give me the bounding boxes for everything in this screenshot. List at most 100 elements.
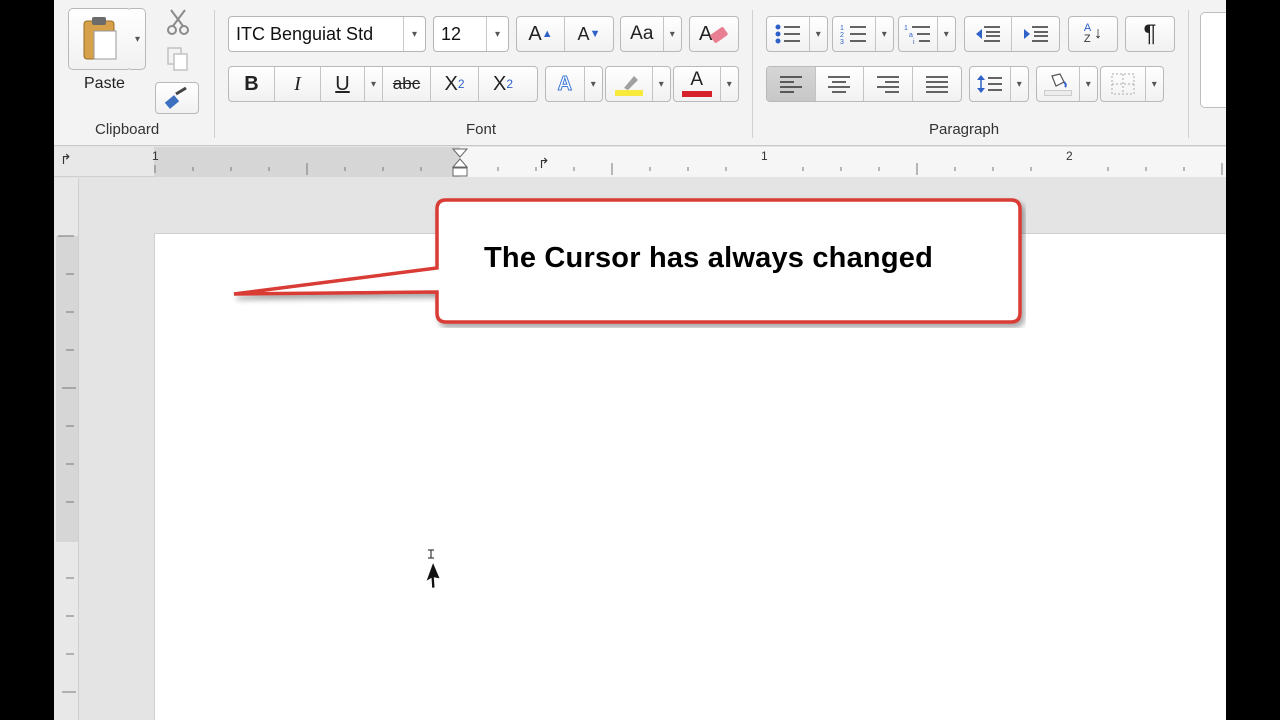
increase-indent-button[interactable] bbox=[1012, 17, 1059, 51]
svg-text:3: 3 bbox=[840, 39, 844, 45]
chevron-down-icon[interactable]: ▾ bbox=[585, 67, 602, 101]
chevron-down-icon[interactable]: ▾ bbox=[486, 17, 508, 51]
font-size-select[interactable]: 12 ▾ bbox=[433, 16, 509, 52]
line-spacing-button[interactable] bbox=[970, 67, 1011, 101]
mouse-pointer-icon bbox=[414, 548, 442, 594]
paste-options-dropdown[interactable]: ▾ bbox=[130, 8, 146, 70]
align-left-button[interactable] bbox=[767, 67, 816, 101]
line-spacing-group: ▾ bbox=[969, 66, 1029, 102]
numbering-group: 123 ▾ bbox=[832, 16, 894, 52]
font-group-label: Font bbox=[466, 121, 497, 138]
ribbon: ▾ Paste Clipboard ITC Benguiat Std ▾ 12 … bbox=[54, 0, 1226, 146]
svg-text:2: 2 bbox=[840, 32, 844, 39]
superscript-button[interactable]: X2 bbox=[479, 67, 527, 101]
borders-button[interactable] bbox=[1101, 67, 1146, 101]
alignment-group bbox=[766, 66, 962, 102]
decrease-indent-button[interactable] bbox=[965, 17, 1013, 51]
show-formatting-marks-button[interactable]: ¶ bbox=[1125, 16, 1175, 52]
chevron-down-icon[interactable]: ▾ bbox=[938, 17, 955, 51]
sort-z-glyph: Z bbox=[1083, 33, 1091, 45]
highlighter-icon bbox=[623, 76, 638, 90]
sort-button[interactable]: A Z ↓ bbox=[1068, 16, 1118, 52]
align-right-button[interactable] bbox=[864, 67, 913, 101]
multilevel-button[interactable]: 1ai bbox=[899, 17, 938, 51]
subscript-digit: 2 bbox=[457, 77, 465, 91]
chevron-down-icon[interactable]: ▾ bbox=[1146, 67, 1163, 101]
svg-text:1: 1 bbox=[904, 25, 908, 32]
italic-button[interactable]: I bbox=[275, 67, 321, 101]
justify-button[interactable] bbox=[913, 67, 962, 101]
callout-text: The Cursor has always changed bbox=[484, 242, 933, 274]
scissors-icon[interactable] bbox=[165, 8, 191, 36]
chevron-down-icon[interactable]: ▾ bbox=[1080, 67, 1097, 101]
clipboard-group-label: Clipboard bbox=[95, 121, 160, 138]
svg-text:A: A bbox=[699, 23, 713, 45]
align-right-icon bbox=[876, 76, 899, 93]
bold-button[interactable]: B bbox=[229, 67, 275, 101]
triangle-up-icon: ▲ bbox=[541, 28, 553, 40]
borders-group: ▾ bbox=[1100, 66, 1164, 102]
underline-button[interactable]: U bbox=[321, 67, 365, 101]
shrink-font-button[interactable]: A ▼ bbox=[565, 17, 613, 51]
indent-marker-icon[interactable] bbox=[451, 147, 469, 177]
chevron-down-icon[interactable]: ▾ bbox=[1011, 67, 1028, 101]
ruler-label: 1 bbox=[152, 149, 159, 163]
clear-formatting-button[interactable]: A bbox=[689, 16, 739, 52]
justify-icon bbox=[925, 76, 948, 93]
align-left-icon bbox=[779, 76, 802, 93]
grow-font-button[interactable]: A ▲ bbox=[517, 17, 565, 51]
shading-group: ▾ bbox=[1036, 66, 1098, 102]
chevron-down-icon[interactable]: ▾ bbox=[653, 67, 670, 101]
paint-bucket-icon bbox=[1050, 73, 1067, 88]
increase-indent-icon bbox=[1023, 26, 1048, 42]
svg-text:a: a bbox=[909, 32, 913, 39]
ruler-label: 1 bbox=[761, 149, 768, 163]
superscript-glyph: X bbox=[492, 72, 507, 95]
chevron-down-icon[interactable]: ▾ bbox=[876, 17, 893, 51]
chevron-down-icon[interactable]: ▾ bbox=[365, 67, 383, 101]
font-color-button[interactable]: A bbox=[674, 67, 721, 101]
ruler-label: 2 bbox=[1066, 149, 1073, 163]
numbering-button[interactable]: 123 bbox=[833, 17, 876, 51]
superscript-digit: 2 bbox=[506, 77, 514, 91]
sort-icon: A Z ↓ bbox=[1084, 23, 1102, 45]
change-case-group: Aa ▾ bbox=[620, 16, 682, 52]
italic-glyph: I bbox=[294, 72, 301, 95]
styles-gallery[interactable] bbox=[1200, 12, 1226, 108]
arrow-down-icon: ↓ bbox=[1094, 25, 1103, 42]
pilcrow-glyph: ¶ bbox=[1143, 20, 1157, 47]
strikethrough-button[interactable]: abc bbox=[383, 67, 431, 101]
vertical-ruler[interactable] bbox=[54, 178, 79, 720]
format-painter-button[interactable] bbox=[155, 82, 199, 114]
group-divider bbox=[214, 10, 215, 138]
strikethrough-glyph: abc bbox=[392, 74, 421, 93]
paste-button[interactable] bbox=[68, 8, 132, 70]
eraser-icon: A bbox=[699, 23, 728, 45]
shading-button[interactable] bbox=[1037, 67, 1080, 101]
bullets-button[interactable] bbox=[767, 17, 810, 51]
paste-label: Paste bbox=[84, 75, 125, 92]
highlight-button[interactable] bbox=[606, 67, 653, 101]
chevron-down-icon[interactable]: ▾ bbox=[721, 67, 738, 101]
font-family-select[interactable]: ITC Benguiat Std ▾ bbox=[228, 16, 426, 52]
decrease-indent-icon bbox=[976, 26, 1000, 42]
horizontal-ruler[interactable]: ↱ 1 1 2 ↱ bbox=[54, 147, 1226, 177]
chevron-down-icon[interactable]: ▾ bbox=[810, 17, 827, 51]
font-grow-shrink-group: A ▲ A ▼ bbox=[516, 16, 614, 52]
paragraph-group-label: Paragraph bbox=[929, 121, 1000, 138]
word-window: ▾ Paste Clipboard ITC Benguiat Std ▾ 12 … bbox=[54, 0, 1226, 720]
align-center-icon bbox=[828, 76, 851, 93]
font-color-swatch bbox=[681, 91, 712, 97]
ruler-ticks bbox=[154, 163, 1223, 175]
subscript-button[interactable]: X2 bbox=[431, 67, 479, 101]
chevron-down-icon[interactable]: ▾ bbox=[403, 17, 425, 51]
text-effects-button[interactable]: A bbox=[546, 67, 585, 101]
chevron-down-icon[interactable]: ▾ bbox=[664, 17, 681, 51]
borders-icon bbox=[1111, 73, 1135, 95]
indent-group bbox=[964, 16, 1060, 52]
tab-stop-icon[interactable]: ↱ bbox=[538, 155, 550, 172]
align-center-button[interactable] bbox=[816, 67, 864, 101]
bullet-list-icon bbox=[775, 24, 800, 44]
copy-icon[interactable] bbox=[166, 46, 190, 72]
change-case-button[interactable]: Aa bbox=[621, 17, 664, 51]
